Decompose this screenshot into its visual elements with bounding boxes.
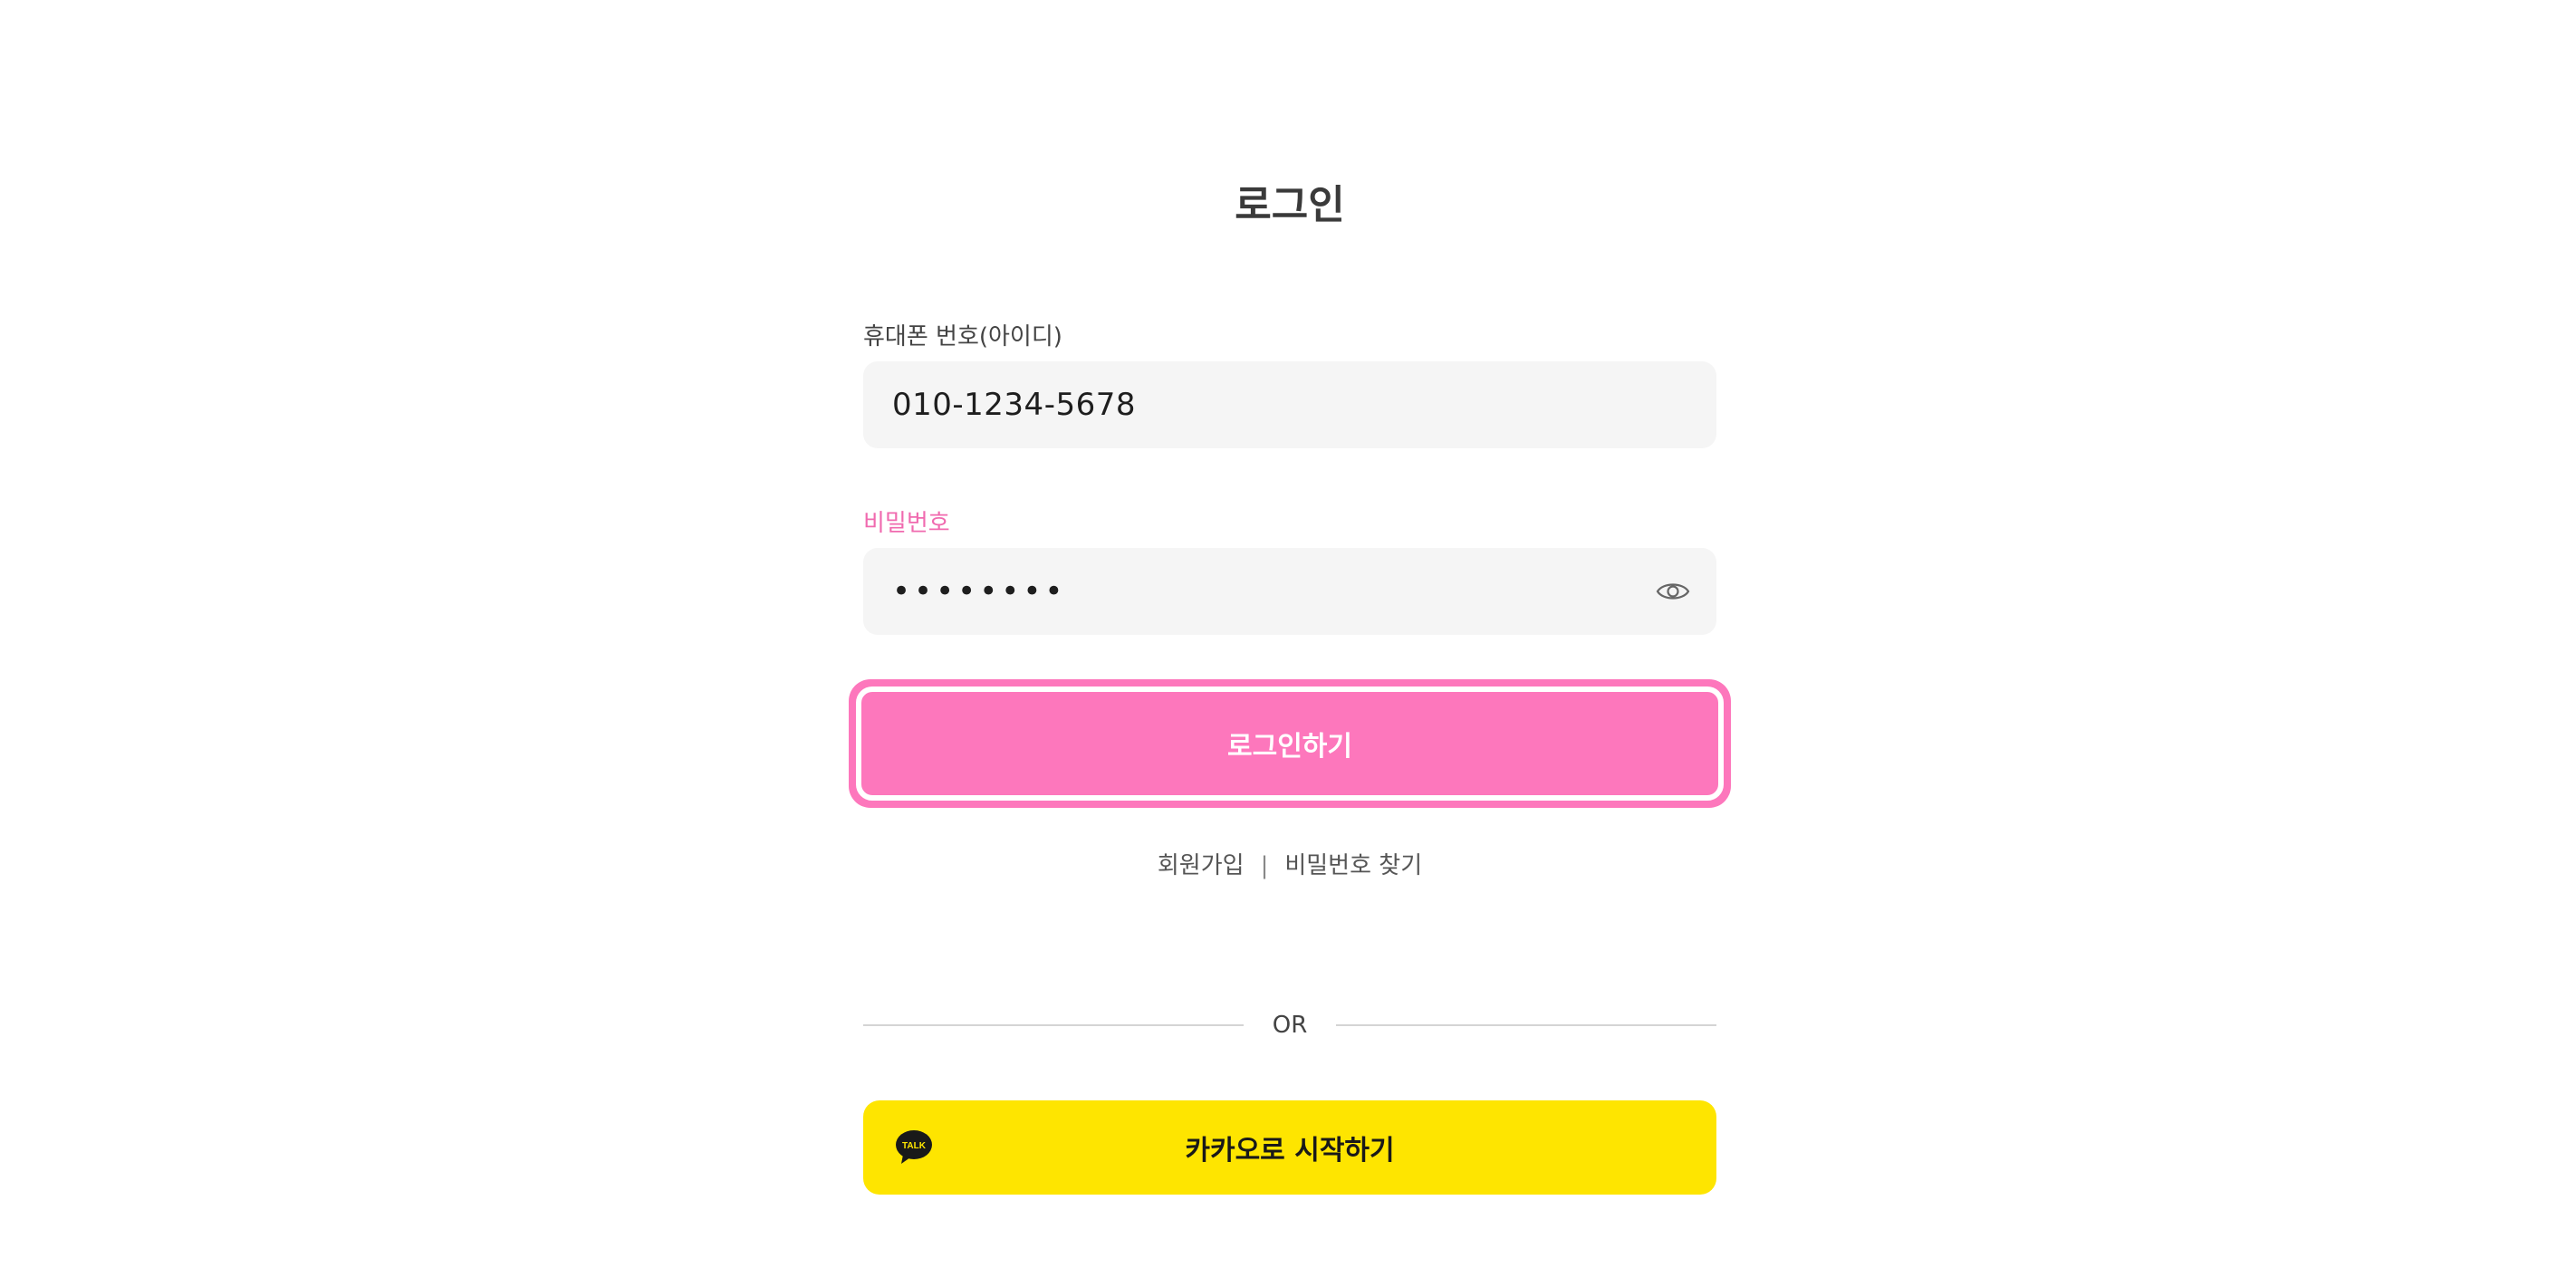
login-button-focus-ring: 로그인하기 — [849, 679, 1731, 808]
phone-field-label: 휴대폰 번호(아이디) — [863, 323, 1062, 350]
password-input-value: •••••••• — [892, 573, 1067, 610]
phone-input-value: 010-1234-5678 — [892, 387, 1136, 423]
auth-links: 회원가입 | 비밀번호 찾기 — [863, 850, 1716, 882]
kakao-talk-icon: TALK — [894, 1128, 934, 1167]
divider-line-left — [863, 1024, 1244, 1026]
login-button[interactable]: 로그인하기 — [856, 687, 1724, 801]
signup-link[interactable]: 회원가입 — [1158, 850, 1245, 882]
kakao-button-label: 카카오로 시작하기 — [1185, 1135, 1395, 1167]
password-field-label: 비밀번호 — [863, 510, 950, 537]
find-password-link[interactable]: 비밀번호 찾기 — [1284, 850, 1422, 882]
divider-line-right — [1336, 1024, 1716, 1026]
password-input[interactable]: •••••••• — [863, 548, 1716, 635]
phone-input[interactable]: 010-1234-5678 — [863, 361, 1716, 448]
login-page: 로그인 휴대폰 번호(아이디) 010-1234-5678 비밀번호 •••••… — [0, 0, 2576, 1277]
svg-text:TALK: TALK — [902, 1141, 927, 1151]
eye-icon[interactable] — [1655, 575, 1691, 608]
page-title: 로그인 — [1235, 182, 1345, 228]
or-divider: OR — [863, 1007, 1716, 1043]
links-separator: | — [1260, 852, 1269, 879]
divider-text: OR — [1272, 1012, 1308, 1039]
kakao-login-button[interactable]: TALK 카카오로 시작하기 — [863, 1100, 1716, 1195]
